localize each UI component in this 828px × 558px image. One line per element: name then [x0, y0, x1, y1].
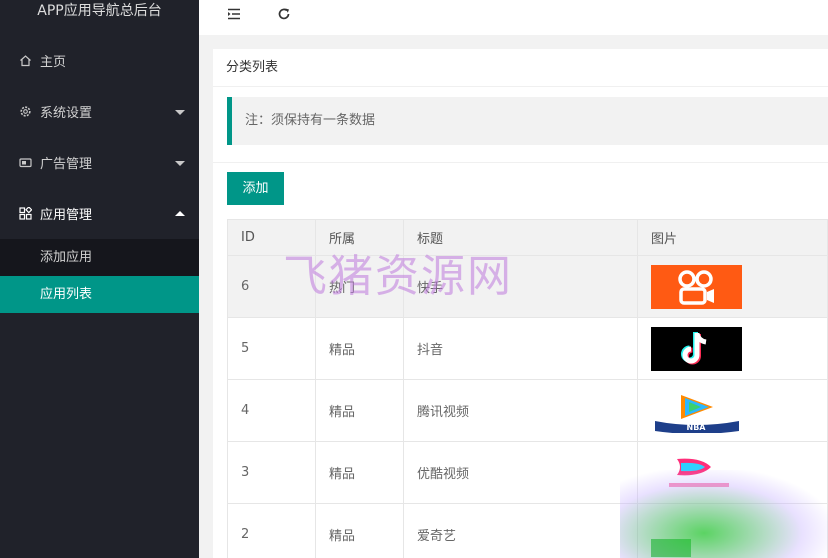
chevron-up-icon — [175, 210, 185, 216]
cell-image — [637, 441, 828, 504]
gear-icon — [18, 105, 32, 119]
cell-title: 优酷视频 — [403, 441, 638, 504]
divider — [213, 162, 828, 163]
table-header-row: ID 所属 标题 图片 — [227, 219, 828, 256]
sidebar-submenu: 添加应用 应用列表 — [0, 239, 199, 313]
card-title: 分类列表 — [213, 49, 828, 87]
cell-image — [637, 503, 828, 558]
column-header-image: 图片 — [637, 219, 828, 256]
column-header-title: 标题 — [403, 219, 638, 256]
cell-id: 6 — [227, 255, 316, 318]
app-title: APP应用导航总后台 — [37, 3, 162, 19]
cell-category: 精品 — [315, 441, 404, 504]
sidebar-item-label: 主页 — [40, 55, 67, 70]
tencent-video-logo-image: NBA — [651, 388, 742, 433]
cell-category: 热门 — [315, 255, 404, 318]
cell-image — [637, 255, 828, 318]
sidebar: APP应用导航总后台 主页 系统设置 广告管理 应用管理 添加应用 应用列表 — [0, 0, 199, 558]
table-row[interactable]: 6 热门 快手 — [227, 255, 828, 318]
column-header-category: 所属 — [315, 219, 404, 256]
sidebar-subitem-add-app[interactable]: 添加应用 — [0, 239, 199, 276]
svg-text:NBA: NBA — [687, 423, 707, 432]
add-button[interactable]: 添加 — [227, 172, 284, 205]
sidebar-item-ads[interactable]: 广告管理 — [0, 137, 199, 188]
cell-id: 2 — [227, 503, 316, 558]
topbar — [199, 0, 828, 35]
cell-category: 精品 — [315, 379, 404, 442]
note-banner: 注：须保持有一条数据 — [227, 97, 828, 145]
sidebar-item-app-management[interactable]: 应用管理 — [0, 188, 199, 239]
table-row[interactable]: 4 精品 腾讯视频 NBA — [227, 379, 828, 442]
cell-id: 3 — [227, 441, 316, 504]
column-header-id: ID — [227, 219, 316, 256]
cell-id: 5 — [227, 317, 316, 380]
table-row[interactable]: 5 精品 抖音 — [227, 317, 828, 380]
cell-image — [637, 317, 828, 380]
cell-category: 精品 — [315, 317, 404, 380]
cell-image: NBA — [637, 379, 828, 442]
cell-title: 抖音 — [403, 317, 638, 380]
cell-title: 腾讯视频 — [403, 379, 638, 442]
iqiyi-logo-image — [651, 512, 742, 557]
chevron-down-icon — [175, 109, 185, 115]
cell-id: 4 — [227, 379, 316, 442]
refresh-icon[interactable] — [274, 4, 294, 24]
cell-title: 快手 — [403, 255, 638, 318]
sidebar-item-home[interactable]: 主页 — [0, 35, 199, 86]
sidebar-item-label: 广告管理 — [40, 157, 93, 172]
sidebar-subitem-app-list[interactable]: 应用列表 — [0, 276, 199, 313]
app-table: ID 所属 标题 图片 6 热门 快手 5 精品 抖音 4 精品 腾讯视频 NB… — [227, 219, 828, 558]
chevron-down-icon — [175, 160, 185, 166]
cell-category: 精品 — [315, 503, 404, 558]
ad-icon — [18, 156, 32, 170]
sidebar-item-label: 应用管理 — [40, 208, 93, 223]
sidebar-item-system-settings[interactable]: 系统设置 — [0, 86, 199, 137]
kuaishou-logo-image — [651, 264, 742, 309]
menu-fold-icon[interactable] — [224, 4, 244, 24]
sidebar-item-label: 系统设置 — [40, 106, 93, 121]
douyin-logo-image — [651, 326, 742, 371]
home-icon — [18, 54, 32, 68]
table-row[interactable]: 3 精品 优酷视频 — [227, 441, 828, 504]
table-row[interactable]: 2 精品 爱奇艺 — [227, 503, 828, 558]
apps-icon — [18, 207, 32, 221]
cell-title: 爱奇艺 — [403, 503, 638, 558]
youku-logo-image — [651, 450, 742, 495]
